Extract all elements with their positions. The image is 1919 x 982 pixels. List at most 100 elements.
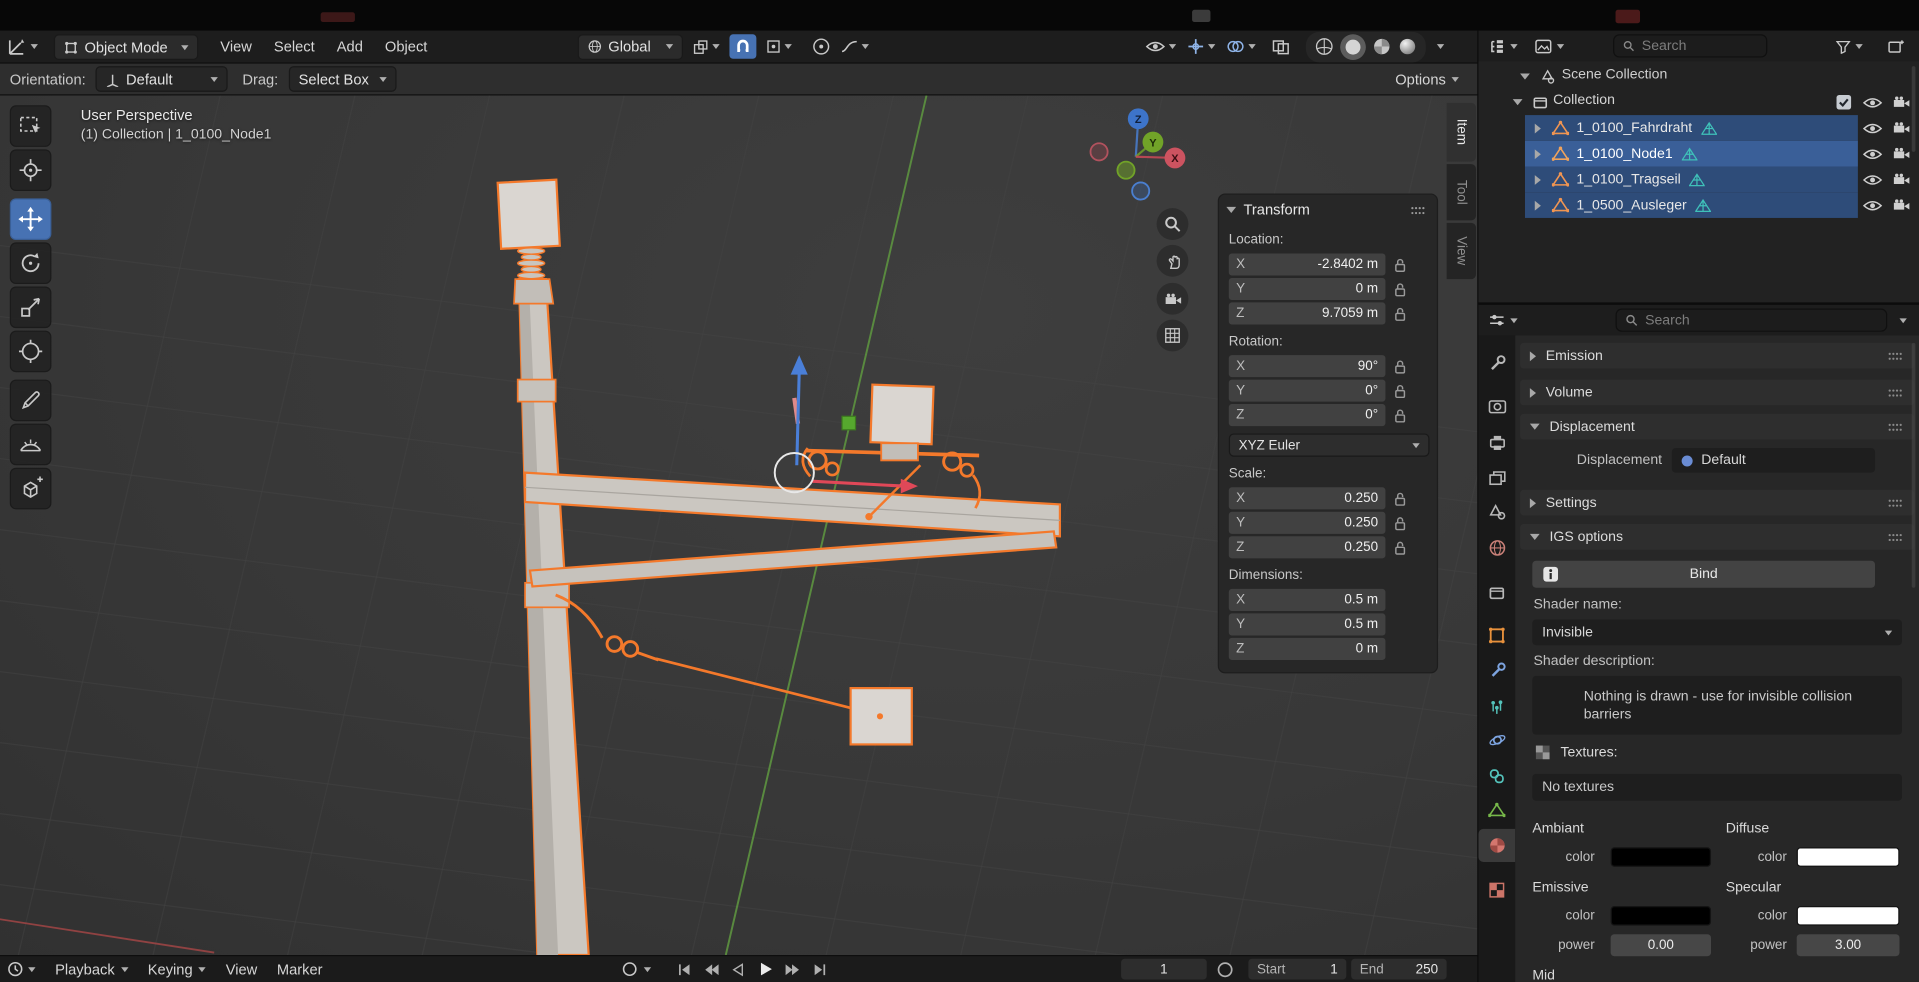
orientation-dropdown[interactable]: Global xyxy=(578,34,683,60)
tab-modifier-properties[interactable] xyxy=(1478,654,1515,687)
material-shading-icon[interactable] xyxy=(1372,37,1392,57)
panel-settings[interactable]: Settings xyxy=(1520,490,1914,516)
outliner-search-input[interactable] xyxy=(1642,39,1758,54)
outliner-row-item-active[interactable]: 1_0100_Node1 xyxy=(1478,141,1919,167)
outliner-row-collection[interactable]: Collection xyxy=(1478,89,1919,115)
falloff-dropdown[interactable] xyxy=(841,39,869,54)
displacement-dropdown[interactable]: Default xyxy=(1672,448,1875,472)
tool-select-box[interactable] xyxy=(10,105,52,147)
location-z-field[interactable]: Z9.7059 m xyxy=(1229,302,1386,324)
proportional-editing-icon[interactable] xyxy=(811,37,831,57)
tool-annotate[interactable] xyxy=(10,380,52,422)
zoom-button[interactable] xyxy=(1157,208,1189,240)
editor-type-button[interactable] xyxy=(7,31,38,63)
menu-timeline-view[interactable]: View xyxy=(226,961,258,978)
tab-scene-properties[interactable] xyxy=(1478,495,1515,528)
filter-button[interactable] xyxy=(1836,31,1863,62)
tool-cursor[interactable] xyxy=(10,149,52,191)
camera-icon[interactable] xyxy=(1892,121,1910,134)
jump-to-start-button[interactable] xyxy=(676,961,693,978)
tab-object-properties[interactable] xyxy=(1478,618,1515,651)
visibility-dropdown[interactable] xyxy=(1146,40,1177,52)
tab-material-properties[interactable] xyxy=(1478,829,1515,862)
emissive-power-field[interactable]: 0.00 xyxy=(1611,934,1711,956)
play-button[interactable] xyxy=(756,960,774,978)
lock-icon[interactable] xyxy=(1393,383,1408,399)
gizmo-plane-handle[interactable] xyxy=(842,416,855,429)
dimensions-y-field[interactable]: Y0.5 m xyxy=(1229,613,1386,635)
wireframe-shading-icon[interactable] xyxy=(1314,37,1334,57)
solid-shading-active[interactable] xyxy=(1340,34,1366,60)
tool-measure[interactable] xyxy=(10,424,52,466)
menu-playback[interactable]: Playback xyxy=(55,961,128,978)
eye-icon[interactable] xyxy=(1863,122,1883,134)
shader-name-dropdown[interactable]: Invisible xyxy=(1532,620,1902,646)
camera-icon[interactable] xyxy=(1892,147,1910,160)
expand-icon[interactable] xyxy=(1513,99,1523,105)
mode-dropdown[interactable]: Object Mode xyxy=(54,34,198,60)
scale-z-field[interactable]: Z0.250 xyxy=(1229,536,1386,558)
frame-start-field[interactable]: Start1 xyxy=(1248,959,1346,980)
camera-icon[interactable] xyxy=(1892,173,1910,186)
viewport-3d[interactable]: User Perspective (1) Collection | 1_0100… xyxy=(0,96,1478,956)
expand-icon[interactable] xyxy=(1535,175,1541,185)
timeline-editor-button[interactable] xyxy=(7,961,35,977)
frame-end-field[interactable]: End250 xyxy=(1351,959,1446,980)
dimensions-x-field[interactable]: X0.5 m xyxy=(1229,589,1386,611)
outliner-row-item[interactable]: 1_0100_Tragseil xyxy=(1478,167,1919,193)
navigation-gizmo[interactable]: Z Y X xyxy=(1089,100,1199,204)
lock-icon[interactable] xyxy=(1393,282,1408,298)
tool-transform[interactable] xyxy=(10,331,52,373)
options-dropdown[interactable]: Options xyxy=(1395,64,1459,95)
tab-view-layer-properties[interactable] xyxy=(1478,462,1515,495)
ambiant-color-swatch[interactable] xyxy=(1611,847,1711,867)
location-x-field[interactable]: X-2.8402 m xyxy=(1229,253,1386,275)
gizmo-neg-z-ball[interactable] xyxy=(1132,182,1149,199)
tab-texture-properties[interactable] xyxy=(1478,873,1515,906)
panel-displacement[interactable]: Displacement xyxy=(1520,414,1914,440)
specular-color-swatch[interactable] xyxy=(1797,906,1900,926)
outliner-row-scene-collection[interactable]: Scene Collection xyxy=(1478,64,1919,90)
tab-view[interactable]: View xyxy=(1447,223,1476,279)
xray-toggle-icon[interactable] xyxy=(1272,39,1290,55)
display-mode-button[interactable] xyxy=(1535,31,1564,62)
pan-hand-button[interactable] xyxy=(1157,245,1189,277)
rotation-z-field[interactable]: Z0° xyxy=(1229,404,1386,426)
menu-add[interactable]: Add xyxy=(337,38,363,55)
jump-to-end-button[interactable] xyxy=(811,961,828,978)
eye-icon[interactable] xyxy=(1863,200,1883,212)
outliner-editor-button[interactable] xyxy=(1488,31,1517,62)
rendered-shading-icon[interactable] xyxy=(1398,37,1418,57)
menu-object[interactable]: Object xyxy=(385,38,427,55)
pivot-point-button[interactable] xyxy=(693,39,720,55)
expand-icon[interactable] xyxy=(1535,124,1541,134)
tab-particle-properties[interactable] xyxy=(1478,689,1515,722)
tab-render-properties[interactable] xyxy=(1478,389,1515,422)
eye-icon[interactable] xyxy=(1863,97,1883,109)
gizmos-dropdown[interactable] xyxy=(1187,38,1215,55)
prev-keyframe-button[interactable] xyxy=(703,961,720,978)
scale-x-field[interactable]: X0.250 xyxy=(1229,487,1386,509)
textures-field[interactable]: No textures xyxy=(1532,774,1902,801)
rotation-y-field[interactable]: Y0° xyxy=(1229,380,1386,402)
tool-rotate[interactable] xyxy=(10,242,52,284)
snap-toggle-button[interactable] xyxy=(729,34,756,58)
lock-icon[interactable] xyxy=(1393,257,1408,273)
transform-panel-header[interactable]: Transform xyxy=(1226,201,1310,218)
snap-settings-button[interactable] xyxy=(766,39,792,54)
properties-search-input[interactable] xyxy=(1645,313,1877,328)
chevron-down-icon[interactable] xyxy=(1437,44,1444,49)
tab-world-properties[interactable] xyxy=(1478,531,1515,564)
play-reverse-button[interactable] xyxy=(729,961,746,978)
outliner-scrollbar[interactable] xyxy=(1912,66,1916,152)
menu-keying[interactable]: Keying xyxy=(148,961,206,978)
specular-power-field[interactable]: 3.00 xyxy=(1797,934,1900,956)
outliner-row-item[interactable]: 1_0500_Ausleger xyxy=(1478,192,1919,218)
tab-physics-properties[interactable] xyxy=(1478,724,1515,757)
camera-icon[interactable] xyxy=(1892,96,1910,109)
tab-collection-properties[interactable] xyxy=(1478,575,1515,608)
panel-emission[interactable]: Emission xyxy=(1520,343,1914,369)
tab-output-properties[interactable] xyxy=(1478,426,1515,459)
keying-set-button[interactable] xyxy=(1217,961,1234,978)
chevron-down-icon[interactable] xyxy=(1899,318,1906,323)
